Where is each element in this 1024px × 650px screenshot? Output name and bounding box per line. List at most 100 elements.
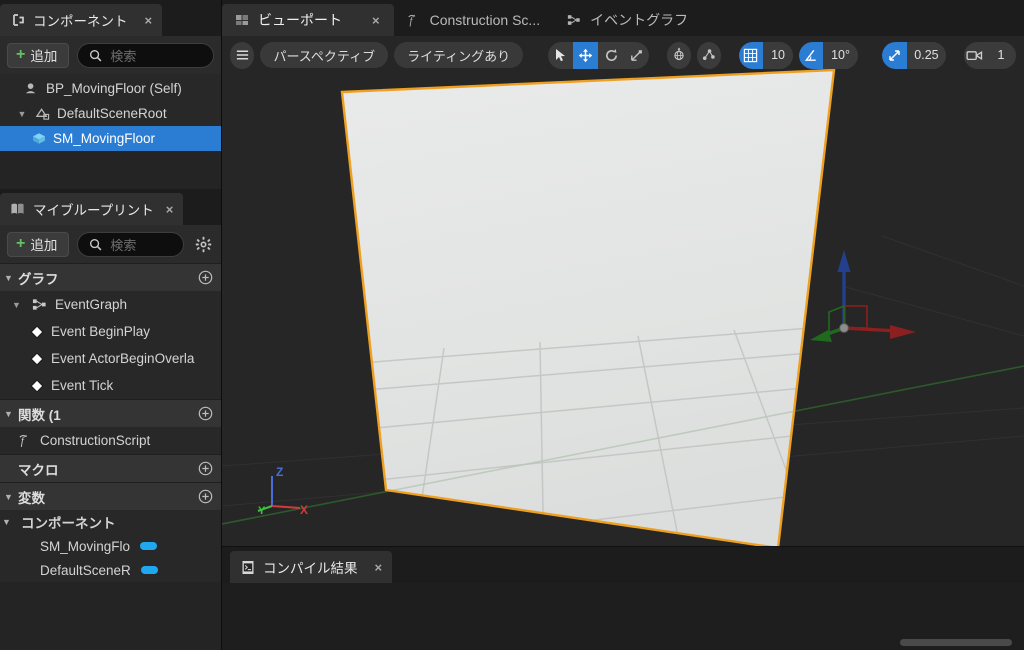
compile-results-panel: コンパイル結果 × bbox=[222, 546, 1024, 650]
add-macro-button[interactable] bbox=[198, 461, 213, 476]
scale-tool-button[interactable] bbox=[624, 42, 649, 69]
viewport-view-mode-button[interactable]: パースペクティブ bbox=[260, 42, 389, 68]
horizontal-scrollbar[interactable] bbox=[900, 639, 1012, 646]
component-tree-item-sm-movingfloor-label: SM_MovingFloor bbox=[53, 131, 156, 146]
chevron-down-icon[interactable]: ▼ bbox=[4, 409, 18, 419]
camera-speed-value[interactable]: 1 bbox=[985, 41, 1016, 69]
section-header-variables[interactable]: ▼ 変数 bbox=[0, 482, 221, 510]
variable-type-pill bbox=[140, 566, 158, 574]
add-graph-button[interactable] bbox=[198, 270, 213, 285]
main-area: ビューポート × f Construction Sc... イベントグラフ パー… bbox=[222, 0, 1024, 650]
add-function-button[interactable] bbox=[198, 406, 213, 421]
scale-snap-group: 0.25 bbox=[882, 41, 947, 69]
viewport-3d[interactable]: パースペクティブ ライティングあり 10 10° 0.25 1 Z X Y bbox=[222, 36, 1024, 546]
list-item-eventgraph[interactable]: ▼ EventGraph bbox=[0, 291, 221, 318]
hamburger-menu-icon[interactable] bbox=[230, 41, 255, 69]
components-add-button[interactable]: + 追加 bbox=[7, 42, 70, 68]
viewport-scene bbox=[222, 36, 1024, 546]
static-mesh-icon bbox=[30, 130, 47, 147]
components-add-label: 追加 bbox=[30, 49, 58, 64]
viewport-toolbar: パースペクティブ ライティングあり 10 10° 0.25 1 bbox=[222, 36, 1024, 74]
event-node-icon bbox=[30, 378, 44, 393]
list-item-variable-defaultsceneroot[interactable]: DefaultSceneR bbox=[0, 558, 221, 582]
event-graph-icon bbox=[31, 296, 48, 313]
component-tree-item-self-label: BP_MovingFloor (Self) bbox=[46, 81, 182, 96]
chevron-down-icon[interactable]: ▼ bbox=[2, 517, 14, 527]
components-search-input[interactable]: 検索 bbox=[77, 42, 214, 68]
close-icon[interactable]: × bbox=[372, 13, 380, 28]
section-header-functions-label: 関数 (1 bbox=[18, 407, 61, 423]
rotate-tool-button[interactable] bbox=[598, 42, 623, 69]
chevron-down-icon[interactable]: ▼ bbox=[4, 273, 18, 283]
svg-text:f: f bbox=[21, 436, 26, 448]
tab-myblueprint[interactable]: マイブループリント × bbox=[0, 193, 184, 225]
angle-icon[interactable] bbox=[799, 41, 824, 69]
plus-icon: + bbox=[16, 46, 26, 63]
camera-icon[interactable] bbox=[964, 42, 986, 69]
scale-snap-icon[interactable] bbox=[882, 41, 907, 69]
tab-viewport-label: ビューポート bbox=[258, 12, 342, 28]
section-header-functions[interactable]: ▼ 関数 (1 bbox=[0, 399, 221, 427]
component-tree: BP_MovingFloor (Self) ▼ DefaultSceneRoot bbox=[0, 74, 221, 151]
grid-snap-value[interactable]: 10 bbox=[763, 41, 794, 69]
chevron-down-icon[interactable]: ▼ bbox=[4, 492, 18, 502]
component-tree-item-self[interactable]: BP_MovingFloor (Self) bbox=[0, 76, 221, 101]
variable-type-pill bbox=[140, 542, 158, 550]
list-item-event-actorbeginoverlap[interactable]: Event ActorBeginOverla bbox=[0, 345, 221, 372]
coordinate-system-button[interactable] bbox=[666, 41, 691, 69]
search-icon bbox=[87, 236, 104, 253]
myblueprint-search-input[interactable]: 検索 bbox=[77, 231, 184, 257]
section-header-graphs[interactable]: ▼ グラフ bbox=[0, 263, 221, 291]
myblueprint-panel-tabbar: マイブループリント × bbox=[0, 189, 221, 225]
close-icon[interactable]: × bbox=[166, 202, 174, 217]
list-item-variable-sm-movingfloor-label: SM_MovingFlo bbox=[40, 538, 131, 554]
grid-snap-group: 10 bbox=[738, 41, 794, 69]
gear-icon[interactable] bbox=[192, 233, 214, 255]
tab-event-graph-label: イベントグラフ bbox=[590, 12, 689, 28]
move-tool-button[interactable] bbox=[573, 41, 599, 69]
component-tree-item-sm-movingfloor[interactable]: SM_MovingFloor bbox=[0, 126, 221, 151]
tab-event-graph[interactable]: イベントグラフ bbox=[554, 4, 702, 36]
add-variable-button[interactable] bbox=[198, 489, 213, 504]
list-item-variable-defaultsceneroot-label: DefaultSceneR bbox=[40, 562, 131, 578]
list-item-constructionscript-label: ConstructionScript bbox=[40, 433, 151, 448]
list-item-event-tick[interactable]: Event Tick bbox=[0, 372, 221, 399]
tab-construction-script[interactable]: f Construction Sc... bbox=[394, 4, 555, 36]
myblueprint-add-button[interactable]: + 追加 bbox=[7, 231, 70, 257]
close-icon[interactable]: × bbox=[145, 13, 153, 28]
viewport-icon bbox=[233, 12, 250, 29]
component-tree-item-defaultsceneroot-label: DefaultSceneRoot bbox=[57, 106, 167, 121]
angle-snap-group: 10° bbox=[799, 41, 858, 69]
list-item-event-actorbeginoverlap-label: Event ActorBeginOverla bbox=[51, 351, 195, 366]
tab-compile-results[interactable]: コンパイル結果 × bbox=[230, 551, 393, 583]
section-header-macros[interactable]: マクロ bbox=[0, 454, 221, 482]
components-icon bbox=[9, 12, 26, 29]
grid-icon[interactable] bbox=[738, 41, 763, 69]
select-tool-button[interactable] bbox=[548, 42, 573, 69]
tab-components[interactable]: コンポーネント × bbox=[0, 4, 163, 36]
chevron-down-icon[interactable]: ▼ bbox=[16, 109, 28, 119]
blueprint-self-icon bbox=[23, 80, 40, 97]
list-item-event-beginplay[interactable]: Event BeginPlay bbox=[0, 318, 221, 345]
list-item-event-beginplay-label: Event BeginPlay bbox=[51, 324, 151, 339]
axis-label-y: Y bbox=[258, 505, 266, 517]
function-icon: f bbox=[405, 12, 422, 29]
tab-myblueprint-label: マイブループリント bbox=[33, 203, 154, 218]
components-search-placeholder: 検索 bbox=[110, 48, 137, 64]
component-tree-item-defaultsceneroot[interactable]: ▼ DefaultSceneRoot bbox=[0, 101, 221, 126]
angle-snap-value[interactable]: 10° bbox=[823, 41, 858, 69]
chevron-down-icon[interactable]: ▼ bbox=[12, 300, 24, 310]
scene-root-icon bbox=[34, 105, 51, 122]
tab-viewport[interactable]: ビューポート × bbox=[222, 4, 394, 36]
surface-snap-button[interactable] bbox=[696, 41, 722, 69]
close-icon[interactable]: × bbox=[375, 560, 383, 575]
variables-group-components[interactable]: ▼ コンポーネント bbox=[0, 510, 221, 534]
list-item-variable-sm-movingfloor[interactable]: SM_MovingFlo bbox=[0, 534, 221, 558]
scale-snap-value[interactable]: 0.25 bbox=[906, 41, 947, 69]
section-header-variables-label: 変数 bbox=[18, 490, 45, 506]
list-item-constructionscript[interactable]: f ConstructionScript bbox=[0, 427, 221, 454]
compile-results-tabbar: コンパイル結果 × bbox=[222, 547, 1024, 583]
viewport-lighting-mode-button[interactable]: ライティングあり bbox=[394, 42, 524, 68]
tab-compile-results-label: コンパイル結果 bbox=[263, 561, 358, 576]
tab-components-label: コンポーネント bbox=[33, 14, 128, 29]
